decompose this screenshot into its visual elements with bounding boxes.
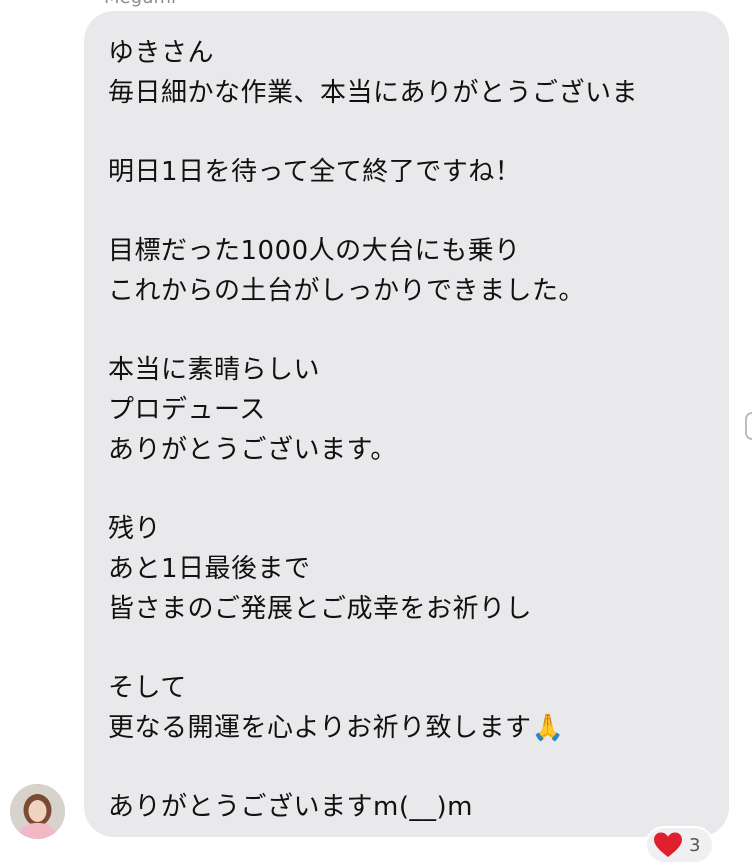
message-line-blank	[108, 113, 729, 152]
message-line: 皆さまのご発展とご成幸をお祈りし	[108, 594, 533, 624]
message-line: プロデュース	[108, 395, 266, 425]
message-bubble[interactable]: ゆきさん 毎日細かな作業、本当にありがとうございま 明日1日を待って全て終了です…	[84, 11, 729, 837]
avatar-photo	[10, 784, 65, 839]
message-line: 更なる開運を心よりお祈り致します🙏	[108, 713, 565, 743]
message-line: ありがとうございます。	[108, 435, 397, 465]
message-line-blank	[108, 629, 729, 668]
message-line: 残り	[108, 514, 162, 544]
message-line: ありがとうございますm(__)m	[108, 792, 473, 822]
message-line: 目標だった1000人の大台にも乗り	[108, 236, 521, 266]
scroll-handle[interactable]	[745, 412, 752, 440]
reaction-count: 3	[689, 834, 701, 856]
message-line-blank	[108, 192, 729, 231]
sender-avatar[interactable]	[10, 784, 65, 839]
heart-icon	[654, 832, 682, 857]
message-line: これからの土台がしっかりできました。	[108, 276, 586, 306]
sender-name: Megumi	[104, 0, 176, 8]
message-line: ゆきさん	[108, 38, 215, 68]
message-line: 本当に素晴らしい	[108, 355, 321, 385]
message-line: 明日1日を待って全て終了ですね！	[108, 157, 522, 187]
message-line-blank	[108, 748, 729, 787]
reaction-badge[interactable]: 3	[645, 826, 715, 864]
message-line-blank	[108, 470, 729, 509]
message-line-blank	[108, 311, 729, 350]
message-line: そして	[108, 673, 187, 703]
message-text: ゆきさん 毎日細かな作業、本当にありがとうございま 明日1日を待って全て終了です…	[108, 33, 729, 827]
message-line: 毎日細かな作業、本当にありがとうございま	[108, 78, 639, 108]
message-line: あと1日最後まで	[108, 554, 311, 584]
